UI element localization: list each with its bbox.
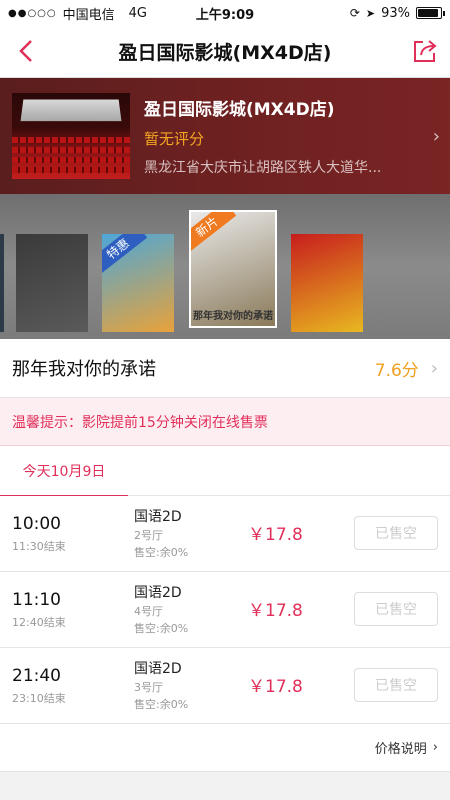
nav-bar: 盈日国际影城(MX4D店) bbox=[0, 26, 450, 78]
seat-status: 售空:余0% bbox=[134, 546, 189, 559]
chevron-right-icon: › bbox=[432, 740, 438, 755]
showtime-row: 21:40 23:10结束 国语2D 3号厅 售空:余0% ￥17.8 已售空 bbox=[0, 648, 450, 724]
price-description-link[interactable]: 价格说明 › bbox=[0, 724, 450, 772]
movie-poster[interactable] bbox=[291, 234, 363, 332]
signal-strength: ●●○○○ bbox=[8, 7, 57, 19]
showtime-row: 11:10 12:40结束 国语2D 4号厅 售空:余0% ￥17.8 已售空 bbox=[0, 572, 450, 648]
poster-tag bbox=[16, 234, 61, 275]
movie-poster[interactable] bbox=[16, 234, 88, 332]
language-format: 国语2D bbox=[134, 509, 182, 525]
start-time: 21:40 bbox=[12, 666, 61, 686]
chevron-right-icon: › bbox=[432, 126, 440, 147]
status-right: ⟳ ➤ 93% bbox=[349, 5, 445, 21]
sold-out-button[interactable]: 已售空 bbox=[354, 516, 438, 550]
tab-label: 今天10月9日 bbox=[22, 464, 106, 480]
movie-detail-row[interactable]: 那年我对你的承诺 7.6分 › bbox=[0, 339, 450, 398]
end-time: 12:40结束 bbox=[12, 616, 66, 629]
poster-tag: 特惠 bbox=[102, 234, 148, 275]
start-time: 11:10 bbox=[12, 590, 61, 610]
hall-name: 4号厅 bbox=[134, 605, 163, 618]
movie-poster-selected[interactable]: 新片 那年我对你的承诺 bbox=[189, 210, 277, 328]
poster-tag bbox=[291, 234, 336, 275]
chevron-left-icon bbox=[19, 40, 32, 62]
ticket-price: ￥17.8 bbox=[248, 677, 303, 697]
bottom-spacer bbox=[0, 772, 450, 800]
showtime-list: 10:00 11:30结束 国语2D 2号厅 售空:余0% ￥17.8 已售空 … bbox=[0, 496, 450, 724]
hall-name: 2号厅 bbox=[134, 529, 163, 542]
location-icon: ➤ bbox=[365, 6, 376, 20]
start-time: 10:00 bbox=[12, 514, 61, 534]
poster-tag: 新片 bbox=[191, 212, 237, 253]
notice-banner: 温馨提示：影院提前15分钟关闭在线售票 bbox=[0, 398, 450, 446]
movie-poster[interactable]: 特惠 bbox=[102, 234, 174, 332]
language-format: 国语2D bbox=[134, 585, 182, 601]
ticket-price: ￥17.8 bbox=[248, 525, 303, 545]
ticket-price: ￥17.8 bbox=[248, 601, 303, 621]
cinema-name: 盈日国际影城(MX4D店) bbox=[144, 100, 335, 120]
price-description-label: 价格说明 bbox=[374, 742, 427, 757]
end-time: 11:30结束 bbox=[12, 540, 66, 553]
battery-icon bbox=[416, 7, 445, 19]
language-format: 国语2D bbox=[134, 661, 182, 677]
carrier-name: 中国电信 bbox=[62, 7, 115, 23]
share-icon bbox=[414, 40, 437, 62]
tab-today[interactable]: 今天10月9日 bbox=[0, 446, 128, 497]
showtime-row: 10:00 11:30结束 国语2D 2号厅 售空:余0% ￥17.8 已售空 bbox=[0, 496, 450, 572]
movie-title: 那年我对你的承诺 bbox=[12, 359, 156, 380]
share-button[interactable] bbox=[410, 36, 440, 66]
seat-status: 售空:余0% bbox=[134, 698, 189, 711]
status-bar: ●●○○○ 中国电信 4G 上午9:09 ⟳ ➤ 93% bbox=[0, 0, 450, 26]
movie-poster-carousel[interactable]: 特惠 新片 那年我对你的承诺 bbox=[0, 194, 450, 339]
cinema-address: 黑龙江省大庆市让胡路区铁人大道华... bbox=[144, 160, 382, 176]
chevron-right-icon: › bbox=[430, 357, 438, 379]
rotation-lock-icon: ⟳ bbox=[349, 6, 360, 20]
end-time: 23:10结束 bbox=[12, 692, 66, 705]
cinema-rating: 暂无评分 bbox=[144, 130, 205, 148]
movie-poster[interactable] bbox=[0, 234, 4, 332]
seat-status: 售空:余0% bbox=[134, 622, 189, 635]
cinema-info-card[interactable]: 盈日国际影城(MX4D店) 暂无评分 黑龙江省大庆市让胡路区铁人大道华... › bbox=[0, 78, 450, 194]
network-type: 4G bbox=[128, 5, 148, 21]
cinema-photo bbox=[12, 93, 130, 179]
back-button[interactable] bbox=[12, 36, 42, 66]
cinema-details: 盈日国际影城(MX4D店) 暂无评分 黑龙江省大庆市让胡路区铁人大道华... bbox=[144, 95, 438, 177]
sold-out-button[interactable]: 已售空 bbox=[354, 668, 438, 702]
sold-out-button[interactable]: 已售空 bbox=[354, 592, 438, 626]
date-tabs: 今天10月9日 bbox=[0, 446, 450, 497]
battery-percent: 93% bbox=[381, 5, 410, 21]
hall-name: 3号厅 bbox=[134, 681, 163, 694]
page-title: 盈日国际影城(MX4D店) bbox=[118, 42, 332, 64]
movie-score: 7.6分 bbox=[374, 360, 419, 381]
poster-title: 那年我对你的承诺 bbox=[193, 311, 273, 322]
